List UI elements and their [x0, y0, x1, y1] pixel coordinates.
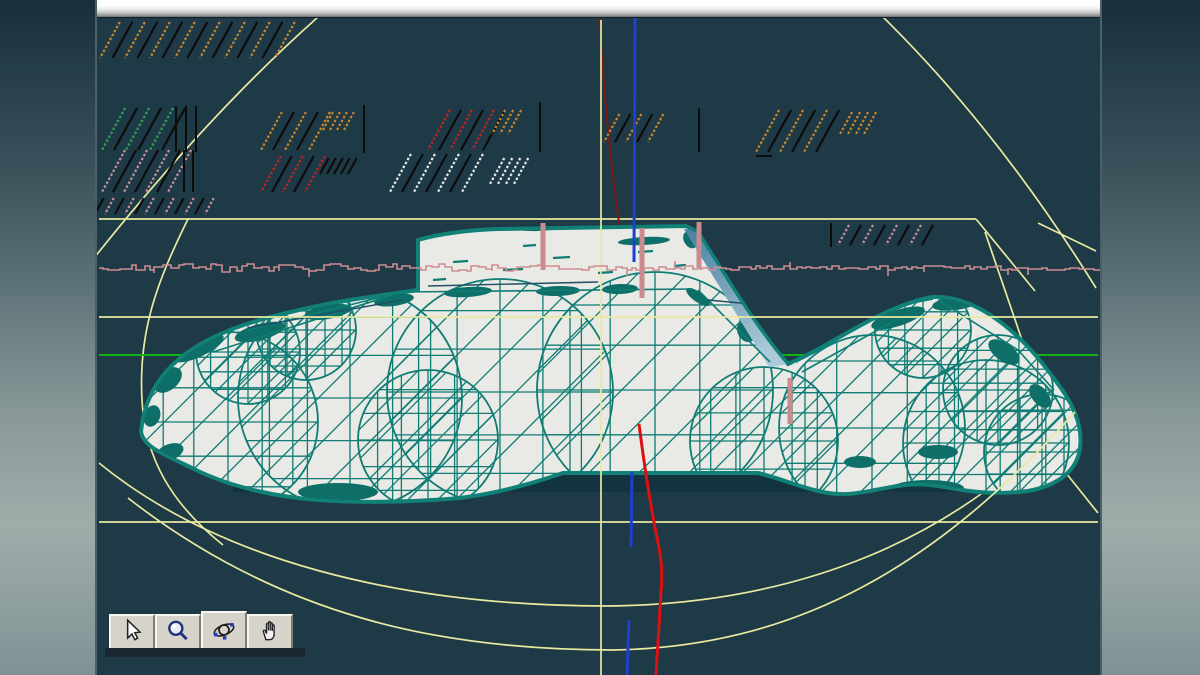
cursor-arrow-icon — [119, 618, 145, 647]
tool-palette — [109, 611, 293, 651]
hand-icon — [257, 618, 283, 647]
zoom-tool-button[interactable] — [155, 614, 201, 651]
scene-svg — [97, 18, 1100, 675]
select-tool-button[interactable] — [109, 614, 155, 651]
screenshot-root: { "colors":{ "viewport_bg":"#1d3a46","ye… — [0, 0, 1200, 675]
viewport-top-scrollbar[interactable] — [97, 0, 1100, 18]
orbit-icon — [211, 617, 237, 646]
viewport-window — [95, 0, 1102, 675]
magnifier-icon — [165, 618, 191, 647]
orbit-tool-button[interactable] — [201, 611, 247, 651]
pan-tool-button[interactable] — [247, 614, 293, 651]
tool-palette-shadow — [105, 648, 305, 657]
viewport-canvas[interactable] — [97, 18, 1100, 675]
